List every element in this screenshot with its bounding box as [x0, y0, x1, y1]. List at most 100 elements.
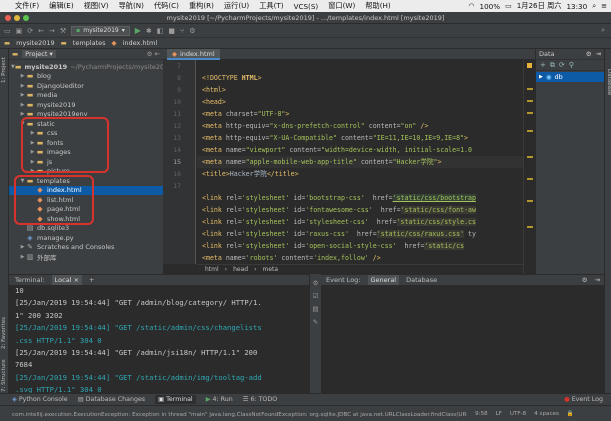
build-icon[interactable]: ⚒ — [60, 27, 66, 35]
event-log-button[interactable]: ● Event Log — [564, 396, 611, 403]
terminal-output[interactable]: 10 [25/Jan/2019 19:54:44] "GET /admin/blo… — [9, 285, 309, 394]
warning-marker[interactable] — [527, 88, 533, 90]
debug-icon[interactable]: ✱ — [146, 27, 152, 35]
tree-item-external-libraries[interactable]: ▶ ▥ 外部库 — [9, 252, 163, 262]
menu-navigate[interactable]: 导航(N) — [114, 1, 149, 11]
project-view-select[interactable]: Project ▾ — [22, 50, 56, 58]
todo-button[interactable]: ☰ 6: TODO — [243, 396, 277, 403]
wrench-icon[interactable]: ✎ — [310, 318, 321, 326]
menu-tools[interactable]: 工具(T) — [254, 1, 288, 11]
tree-item-mysite2019[interactable]: ▶ ▬ mysite2019 — [9, 100, 163, 110]
chevron-right-icon[interactable]: ▶ — [19, 83, 26, 89]
file-encoding[interactable]: UTF-8 — [510, 411, 526, 417]
gear-icon[interactable]: ⚙ — [582, 276, 588, 284]
gear-icon[interactable]: ⚙ — [310, 279, 321, 287]
back-icon[interactable]: ← — [38, 27, 44, 35]
tree-item-manage-py[interactable]: ◈ manage.py — [9, 233, 163, 243]
tree-item-media[interactable]: ▶ ▬ media — [9, 91, 163, 101]
copy-icon[interactable]: ⧉ — [550, 61, 555, 70]
chevron-right-icon[interactable]: ▶ — [19, 92, 26, 98]
mark-read-icon[interactable]: ☑ — [310, 292, 321, 300]
minimize-window-button[interactable] — [14, 15, 20, 21]
code-editor[interactable]: <!DOCTYPE HTML> <html> <head> <meta char… — [197, 60, 523, 264]
database-changes-button[interactable]: ▤ Database Changes — [78, 396, 145, 403]
wifi-icon[interactable]: ◠ — [468, 2, 474, 10]
crumb-file[interactable]: index.html — [123, 39, 158, 47]
menu-list-icon[interactable]: ≡ — [601, 2, 607, 10]
python-console-button[interactable]: ◈ Python Console — [12, 396, 68, 403]
add-icon[interactable]: + — [540, 61, 546, 69]
stop-icon[interactable]: ■ — [168, 27, 175, 35]
vcs-icon[interactable]: ⑂ — [180, 27, 184, 35]
menu-help[interactable]: 帮助(H) — [360, 1, 395, 11]
lock-icon[interactable]: 🔒 — [567, 411, 574, 417]
favorites-side-tab[interactable]: 2: Favorites — [1, 317, 7, 349]
refresh-icon[interactable]: ⟳ — [559, 61, 565, 69]
menu-file[interactable]: 文件(F) — [10, 1, 44, 11]
chevron-right-icon[interactable]: ▶ — [19, 244, 26, 250]
date-label[interactable]: 1月26日 周六 — [517, 1, 562, 11]
tree-item-blog[interactable]: ▶ ▬ blog — [9, 72, 163, 82]
inspection-warning-icon[interactable] — [527, 63, 532, 68]
editor-tab-index-html[interactable]: ◆ index.html — [167, 49, 220, 60]
editor-crumb-html[interactable]: html — [205, 266, 219, 273]
warning-marker[interactable] — [527, 156, 533, 158]
indent-setting[interactable]: 4 spaces — [534, 411, 559, 417]
save-icon[interactable]: ▣ — [16, 27, 23, 35]
warning-marker[interactable] — [527, 130, 533, 132]
hide-panel-icon[interactable]: ⇥ — [595, 276, 604, 284]
structure-side-tab[interactable]: 7: Structure — [1, 359, 7, 392]
time-label[interactable]: 13:30 — [566, 2, 587, 11]
terminal-button[interactable]: ▣ Terminal — [155, 395, 196, 404]
line-separator[interactable]: LF — [496, 411, 502, 417]
editor-crumb-meta[interactable]: meta — [262, 266, 278, 273]
add-terminal-icon[interactable]: + — [89, 276, 94, 284]
menu-run[interactable]: 运行(U) — [219, 1, 254, 11]
menu-edit[interactable]: 编辑(E) — [44, 1, 79, 11]
run-icon[interactable]: ▶ — [135, 26, 141, 35]
menu-view[interactable]: 视图(V) — [79, 1, 114, 11]
chevron-right-icon[interactable]: ▶ — [19, 254, 26, 260]
project-side-tab[interactable]: 1: Project — [1, 57, 7, 83]
forward-icon[interactable]: → — [49, 27, 55, 35]
battery-percent[interactable]: 100% — [480, 2, 501, 11]
chevron-right-icon[interactable]: ▶ — [19, 102, 26, 108]
crumb-templates[interactable]: templates — [73, 39, 106, 47]
crumb-project[interactable]: mysite2019 — [16, 39, 54, 47]
trash-icon[interactable]: ▤ — [310, 305, 321, 313]
event-log-tab-database[interactable]: Database — [406, 276, 437, 284]
search-icon[interactable]: ⌕ — [592, 2, 596, 11]
terminal-tab-local[interactable]: Local × — [51, 275, 83, 285]
gear-icon[interactable]: ⚙ — [586, 50, 592, 58]
database-side-tab[interactable]: Database — [606, 69, 611, 95]
chevron-right-icon[interactable]: ▶ — [539, 74, 543, 80]
battery-icon[interactable]: ▭ — [505, 2, 512, 10]
filter-icon[interactable]: ⚲ — [569, 61, 574, 69]
caret-position[interactable]: 9:58 — [475, 411, 488, 417]
run-button[interactable]: ▶ 4: Run — [206, 396, 233, 403]
warning-marker[interactable] — [527, 226, 533, 228]
editor-crumb-head[interactable]: head — [233, 266, 248, 273]
search-everywhere-icon[interactable]: ⌕ — [601, 26, 611, 35]
status-message[interactable]: com.intellij.execution.ExecutionExceptio… — [12, 410, 467, 418]
close-window-button[interactable] — [5, 15, 11, 21]
gear-icon[interactable]: ⚙ ⇤ — [147, 50, 163, 58]
event-log-tab-general[interactable]: General — [367, 275, 400, 285]
maximize-window-button[interactable] — [23, 15, 29, 21]
coverage-icon[interactable]: ◧ — [157, 27, 164, 35]
tree-item-djangoueditor[interactable]: ▶ ▬ DjangoUeditor — [9, 81, 163, 91]
tree-item-scratches[interactable]: ▶ ✎ Scratches and Consoles — [9, 243, 163, 253]
database-item-db[interactable]: ▶ ◉ db — [536, 72, 604, 82]
settings-icon[interactable]: ⚙ — [189, 27, 195, 35]
warning-marker[interactable] — [527, 100, 533, 102]
menu-vcs[interactable]: VCS(S) — [289, 2, 324, 11]
hide-panel-icon[interactable]: ⇥ — [596, 50, 604, 58]
menu-refactor[interactable]: 重构(R) — [184, 1, 219, 11]
run-config-select[interactable]: ▪ mysite2019 ▾ — [71, 25, 130, 36]
warning-marker[interactable] — [527, 178, 533, 180]
menu-window[interactable]: 窗口(W) — [323, 1, 360, 11]
warning-marker[interactable] — [527, 112, 533, 114]
sync-icon[interactable]: ⟳ — [27, 27, 33, 35]
open-folder-icon[interactable]: ▭ — [4, 27, 11, 35]
tree-root[interactable]: ▼ ▬ mysite2019 ~/PycharmProjects/mysite2… — [9, 62, 172, 72]
